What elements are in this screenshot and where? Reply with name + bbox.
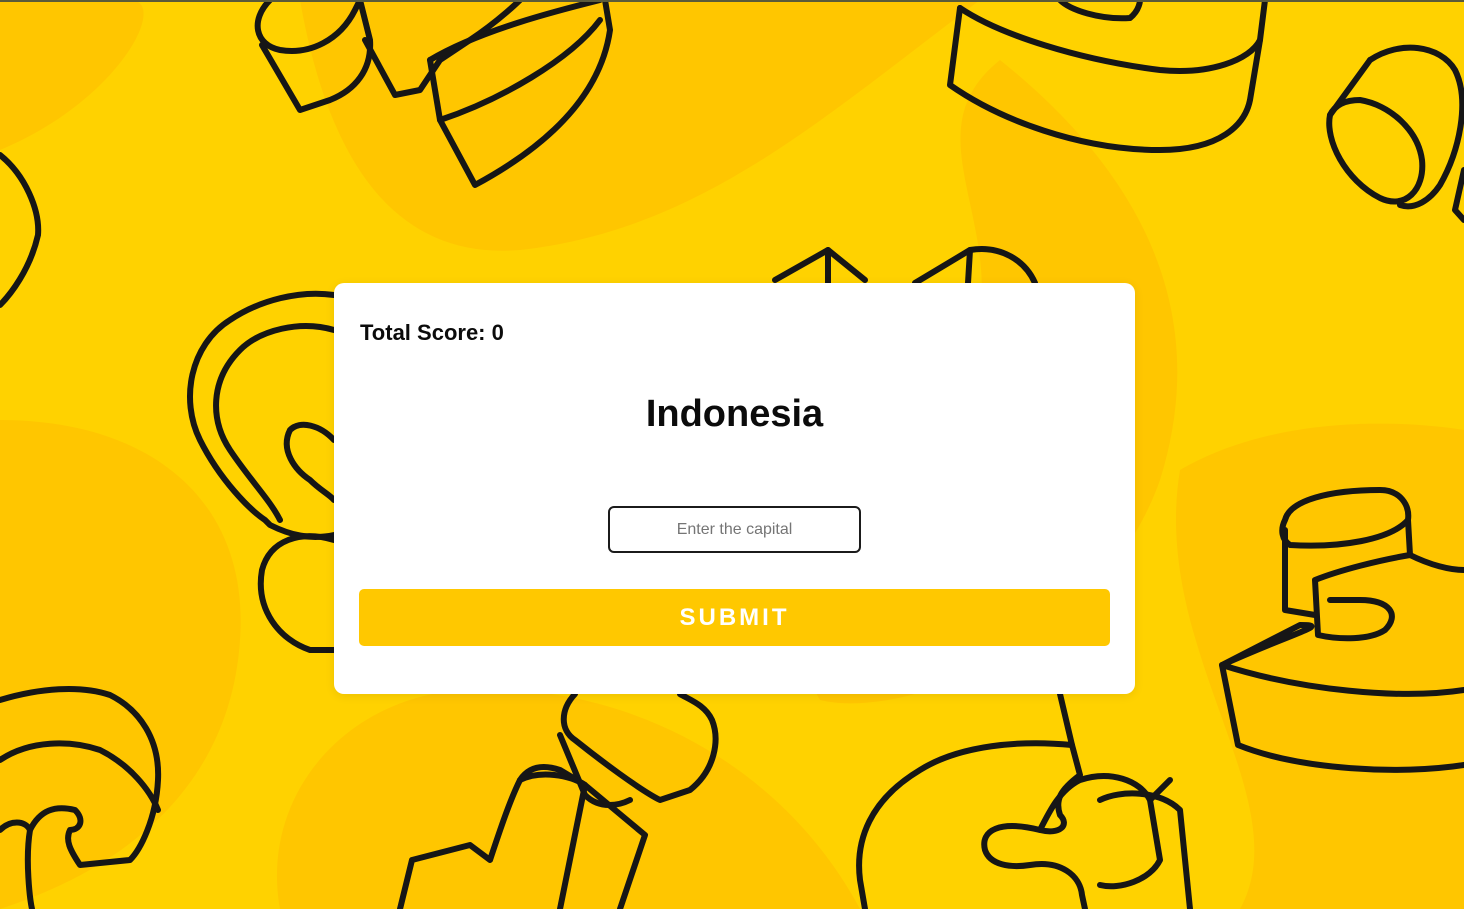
capital-input[interactable] xyxy=(608,506,861,553)
quiz-card: Total Score: 0 Indonesia SUBMIT xyxy=(334,283,1135,694)
total-score: Total Score: 0 xyxy=(360,320,504,345)
top-border xyxy=(0,0,1464,2)
quiz-page: Total Score: 0 Indonesia SUBMIT xyxy=(0,0,1464,909)
country-name: Indonesia xyxy=(645,393,824,435)
submit-button[interactable]: SUBMIT xyxy=(359,589,1110,646)
